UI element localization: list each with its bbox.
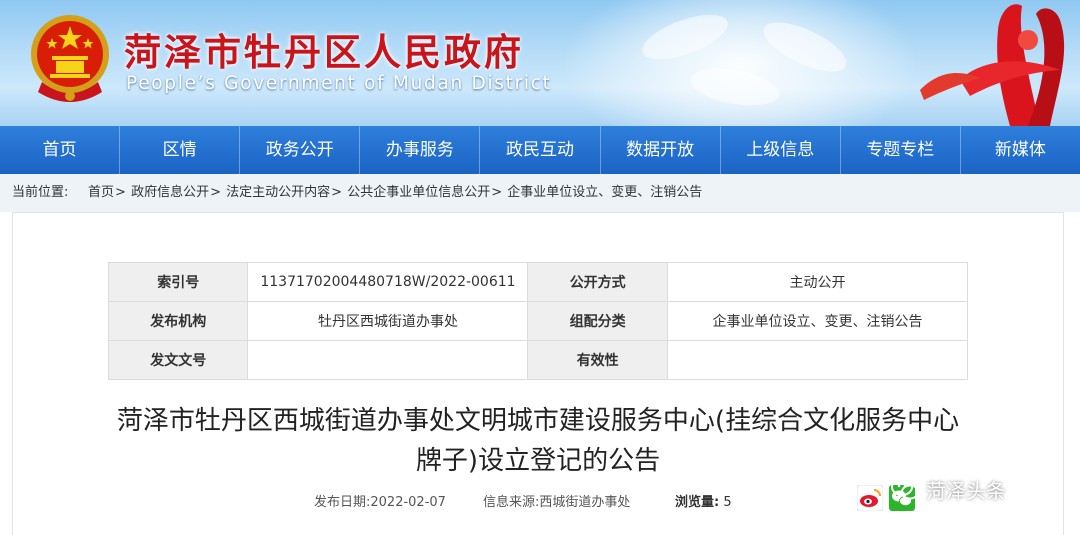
nav-item-home[interactable]: 首页 xyxy=(0,126,121,174)
watermark-text: 菏泽头条 xyxy=(926,478,1006,503)
index-value: 11371702004480718W/2022-00611 xyxy=(247,262,529,302)
nav-item-superior-info[interactable]: 上级信息 xyxy=(721,126,841,174)
breadcrumb-label: 当前位置: xyxy=(12,185,69,200)
nav-item-interaction[interactable]: 政民互动 xyxy=(480,126,601,174)
breadcrumb-link-announcements[interactable]: 企事业单位设立、变更、注销公告 xyxy=(507,185,702,200)
document-metadata-table: 索引号 11371702004480718W/2022-00611 公开方式 主… xyxy=(107,262,969,380)
table-row: 发文文号 有效性 xyxy=(107,340,969,380)
header-banner: 菏泽市牡丹区人民政府 People’s Government of Mudan … xyxy=(0,0,1080,126)
publish-date: 发布日期:2022-02-07 xyxy=(314,491,446,510)
nav-item-special-topics[interactable]: 专题专栏 xyxy=(841,126,961,174)
nav-item-new-media[interactable]: 新媒体 xyxy=(961,126,1080,174)
nav-item-district-info[interactable]: 区情 xyxy=(120,126,241,174)
view-count-label: 浏览量: xyxy=(675,495,720,510)
document-title: 菏泽市牡丹区西城街道办事处文明城市建设服务中心(挂综合文化服务中心 牌子)设立登… xyxy=(13,401,1063,481)
weibo-share-icon[interactable] xyxy=(857,485,883,511)
info-source: 信息来源:西城街道办事处 xyxy=(483,491,630,510)
breadcrumb-link-statutory[interactable]: 法定主动公开内容 xyxy=(226,185,330,200)
nav-item-open-data[interactable]: 数据开放 xyxy=(601,126,721,174)
site-subtitle: People’s Government of Mudan District xyxy=(126,73,552,94)
category-label: 组配分类 xyxy=(527,301,668,341)
category-value: 企事业单位设立、变更、注销公告 xyxy=(666,301,969,341)
info-source-label: 信息来源: xyxy=(483,495,540,510)
watermark: 菏泽头条 xyxy=(890,472,1006,506)
site-title: 菏泽市牡丹区人民政府 xyxy=(124,30,524,74)
main-nav: 首页 区情 政务公开 办事服务 政民互动 数据开放 上级信息 专题专栏 新媒体 xyxy=(0,126,1080,174)
document-title-line: 菏泽市牡丹区西城街道办事处文明城市建设服务中心(挂综合文化服务中心 xyxy=(116,406,960,436)
breadcrumb-bar: 当前位置: 首页> 政府信息公开> 法定主动公开内容> 公共企事业单位信息公开>… xyxy=(0,174,1080,212)
publisher-label: 发布机构 xyxy=(107,301,249,341)
validity-value xyxy=(666,340,969,380)
breadcrumb-link-home[interactable]: 首页 xyxy=(88,185,114,200)
banner-flower-glow xyxy=(560,0,920,126)
method-label: 公开方式 xyxy=(527,262,668,302)
nav-item-government-affairs[interactable]: 政务公开 xyxy=(240,126,361,174)
breadcrumb-separator: > xyxy=(115,185,126,200)
method-value: 主动公开 xyxy=(666,262,969,302)
docno-label: 发文文号 xyxy=(107,340,249,380)
table-row: 索引号 11371702004480718W/2022-00611 公开方式 主… xyxy=(107,262,969,302)
nav-item-services[interactable]: 办事服务 xyxy=(360,126,481,174)
view-count-value: 5 xyxy=(723,495,732,510)
index-label: 索引号 xyxy=(107,262,249,302)
publish-date-value: 2022-02-07 xyxy=(370,495,446,510)
table-row: 发布机构 牡丹区西城街道办事处 组配分类 企事业单位设立、变更、注销公告 xyxy=(107,301,969,341)
national-emblem-icon xyxy=(31,15,109,102)
breadcrumb-link-gov-info[interactable]: 政府信息公开 xyxy=(131,185,209,200)
validity-label: 有效性 xyxy=(527,340,668,380)
docno-value xyxy=(247,340,529,380)
wechat-watermark-icon xyxy=(891,478,919,500)
breadcrumb-separator: > xyxy=(491,185,503,200)
publish-date-label: 发布日期: xyxy=(314,495,371,510)
breadcrumb: 首页> 政府信息公开> 法定主动公开内容> 公共企事业单位信息公开> 企事业单位… xyxy=(88,174,702,212)
view-count: 浏览量: 5 xyxy=(675,491,732,510)
info-source-value: 西城街道办事处 xyxy=(539,495,631,510)
peony-sculpture-icon xyxy=(920,4,1065,126)
publisher-value: 牡丹区西城街道办事处 xyxy=(247,301,529,341)
breadcrumb-separator: > xyxy=(210,185,221,200)
breadcrumb-link-public-units[interactable]: 公共企事业单位信息公开 xyxy=(347,185,490,200)
breadcrumb-separator: > xyxy=(331,185,343,200)
